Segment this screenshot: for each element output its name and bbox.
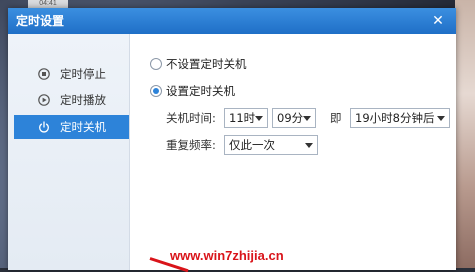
relative-time-select[interactable]: 19小时8分钟后 — [350, 108, 450, 128]
sidebar-item-label: 定时停止 — [60, 67, 106, 81]
stop-icon — [38, 68, 50, 80]
equals-label: 即 — [330, 111, 342, 125]
no-shutdown-label: 不设置定时关机 — [166, 57, 247, 71]
minute-select[interactable]: 09分 — [272, 108, 316, 128]
repeat-label: 重复频率: — [166, 138, 216, 152]
sidebar-item-timed-play[interactable]: 定时播放 — [14, 88, 129, 112]
chevron-down-icon — [303, 116, 311, 121]
titlebar: 定时设置 ✕ — [8, 8, 456, 34]
watermark-text: www.win7zhijia.cn — [170, 248, 284, 263]
timer-settings-dialog: 定时设置 ✕ 定时停止 定时播放 定时关机 不设置定时关机 设置定时关机 关机时… — [8, 8, 456, 270]
sidebar-item-timed-shutdown[interactable]: 定时关机 — [14, 115, 129, 139]
chevron-down-icon — [437, 116, 445, 121]
no-shutdown-radio[interactable] — [150, 58, 162, 70]
repeat-select[interactable]: 仅此一次 — [224, 135, 318, 155]
relative-time-value: 19小时8分钟后 — [355, 111, 435, 125]
set-shutdown-radio[interactable] — [150, 85, 162, 97]
chevron-down-icon — [255, 116, 263, 121]
shutdown-settings-panel: 不设置定时关机 设置定时关机 关机时间: 11时 09分 即 19小时8分钟后 … — [130, 34, 456, 270]
set-shutdown-label: 设置定时关机 — [166, 84, 235, 98]
sidebar-item-label: 定时播放 — [60, 93, 106, 107]
minute-select-value: 09分 — [277, 111, 304, 125]
background-time-label: 04:41 — [28, 0, 68, 8]
hour-select-value: 11时 — [229, 111, 256, 125]
play-icon — [38, 94, 50, 106]
sidebar-item-timed-stop[interactable]: 定时停止 — [14, 62, 129, 86]
hour-select[interactable]: 11时 — [224, 108, 268, 128]
repeat-select-value: 仅此一次 — [229, 138, 275, 152]
close-button[interactable]: ✕ — [430, 13, 446, 29]
power-icon — [39, 121, 49, 133]
background-image-edge — [455, 0, 475, 268]
chevron-down-icon — [305, 143, 313, 148]
shutdown-time-label: 关机时间: — [166, 111, 216, 125]
dialog-title: 定时设置 — [16, 14, 65, 28]
sidebar: 定时停止 定时播放 定时关机 — [8, 34, 130, 270]
sidebar-item-label: 定时关机 — [60, 120, 106, 134]
